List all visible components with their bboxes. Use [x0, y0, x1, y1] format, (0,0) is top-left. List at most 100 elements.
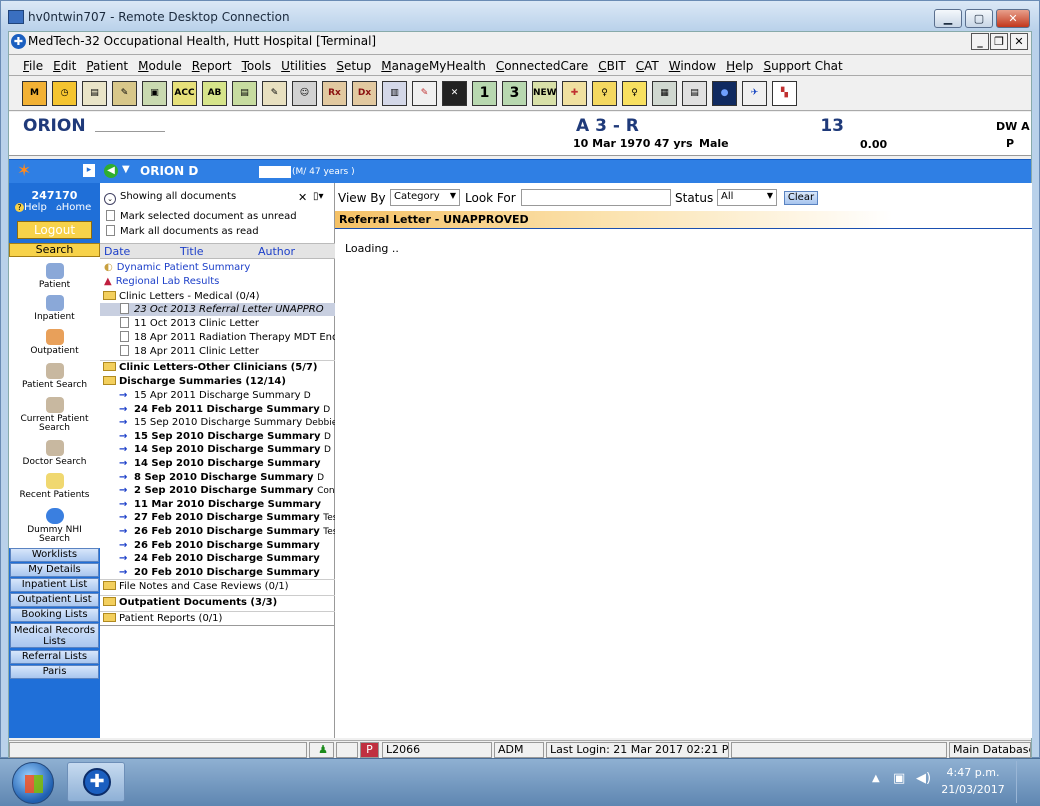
dynamic-patient-summary-link[interactable]: ◐ Dynamic Patient Summary: [100, 261, 335, 274]
back-arrow-icon[interactable]: ◀: [104, 164, 118, 178]
sidebar-item-patient[interactable]: Patient: [9, 263, 100, 290]
clear-button[interactable]: Clear: [784, 191, 818, 205]
status-select[interactable]: All ▼: [717, 189, 777, 206]
calculator-icon[interactable]: ▦: [652, 81, 677, 106]
start-button[interactable]: [12, 762, 54, 804]
clock-date[interactable]: 21/03/2017: [940, 783, 1006, 796]
menu-utilities[interactable]: Utilities: [276, 55, 331, 73]
ab-icon[interactable]: AB: [202, 81, 227, 106]
table-row[interactable]: → 26 Feb 2010 Discharge Summary: [100, 539, 335, 553]
my-details-button[interactable]: My Details: [10, 563, 99, 577]
table-row[interactable]: → 15 Apr 2011 Discharge Summary D: [100, 389, 335, 403]
volume-icon[interactable]: ◀): [916, 771, 931, 786]
table-row[interactable]: → 20 Feb 2010 Discharge Summary: [100, 566, 335, 580]
menu-report[interactable]: Report: [187, 55, 237, 73]
menu-patient[interactable]: Patient: [81, 55, 133, 73]
folder-discharge-summaries[interactable]: Discharge Summaries (12/14): [100, 375, 335, 388]
sidebar-item-patient-search[interactable]: Patient Search: [9, 363, 100, 390]
medical-icon[interactable]: ✚: [562, 81, 587, 106]
sidebar-item-doctor-search[interactable]: Doctor Search: [9, 440, 100, 467]
menu-icon[interactable]: ▸: [83, 164, 95, 177]
app-restore-button[interactable]: ❐: [990, 33, 1008, 50]
list-item[interactable]: 18 Apr 2011 Radiation Therapy MDT End: [100, 331, 335, 344]
col-title[interactable]: Title: [180, 245, 204, 258]
injection-icon[interactable]: ✎: [412, 81, 437, 106]
acc-icon[interactable]: ACC: [172, 81, 197, 106]
menu-module[interactable]: Module: [133, 55, 187, 73]
close-button[interactable]: ✕: [996, 9, 1030, 28]
sidebar-item-dummy-nhi-search[interactable]: Dummy NHI Search: [9, 508, 100, 544]
chart-icon[interactable]: ▚: [772, 81, 797, 106]
folder-file-notes[interactable]: File Notes and Case Reviews (0/1): [100, 579, 335, 593]
sidebar-item-outpatient[interactable]: Outpatient: [9, 329, 100, 356]
maximize-button[interactable]: ▢: [965, 9, 993, 28]
table-row[interactable]: → 15 Sep 2010 Discharge Summary Debbie: [100, 416, 335, 430]
table-row[interactable]: → 14 Sep 2010 Discharge Summary D: [100, 443, 335, 457]
show-desktop-button[interactable]: [1016, 761, 1032, 803]
manage-health-icon[interactable]: M: [22, 81, 47, 106]
folder-clinic-letters-other[interactable]: Clinic Letters-Other Clinicians (5/7): [100, 360, 335, 374]
runner-icon[interactable]: ✈: [742, 81, 767, 106]
chevron-down-icon[interactable]: ▼: [122, 164, 130, 175]
table-row[interactable]: →26 Feb 2010 Discharge Summary Test: [100, 525, 335, 539]
regional-lab-results-link[interactable]: ▲ Regional Lab Results: [100, 275, 335, 288]
mark-all-read-link[interactable]: Mark all documents as read: [100, 225, 335, 238]
three-icon[interactable]: 3: [502, 81, 527, 106]
menu-help[interactable]: Help: [721, 55, 758, 73]
screen-icon[interactable]: ▣: [142, 81, 167, 106]
menu-edit[interactable]: Edit: [48, 55, 81, 73]
documents-icon[interactable]: ▥: [382, 81, 407, 106]
paris-button[interactable]: Paris: [10, 665, 99, 679]
table-row[interactable]: → 15 Sep 2010 Discharge Summary D: [100, 430, 335, 444]
sidebar-item-recent-patients[interactable]: Recent Patients: [9, 473, 100, 500]
dx-icon[interactable]: Dx: [352, 81, 377, 106]
minimize-button[interactable]: ▁: [934, 9, 962, 28]
rx-icon[interactable]: Rx: [322, 81, 347, 106]
medical-records-lists-button[interactable]: Medical Records Lists: [10, 623, 99, 648]
referral-lists-button[interactable]: Referral Lists: [10, 650, 99, 664]
menu-setup[interactable]: Setup: [331, 55, 376, 73]
search-header[interactable]: Search: [9, 243, 100, 257]
help-link[interactable]: ? Help: [15, 202, 47, 213]
folder-patient-reports[interactable]: Patient Reports (0/1): [100, 611, 335, 625]
sidebar-item-inpatient[interactable]: Inpatient: [9, 295, 100, 322]
new-icon[interactable]: NEW: [532, 81, 557, 106]
clock-icon[interactable]: ◷: [52, 81, 77, 106]
folder-clinic-letters-medical[interactable]: Clinic Letters - Medical (0/4): [100, 290, 335, 303]
menu-tools[interactable]: Tools: [237, 55, 277, 73]
mark-unread-link[interactable]: Mark selected document as unread: [100, 210, 335, 223]
list-item[interactable]: 23 Oct 2013 Referral Letter UNAPPRO: [100, 303, 335, 316]
table-row[interactable]: → 11 Mar 2010 Discharge Summary: [100, 498, 335, 512]
cross-icon[interactable]: ✕: [442, 81, 467, 106]
menu-support-chat[interactable]: Support Chat: [758, 55, 847, 73]
bulb-icon[interactable]: ♀: [592, 81, 617, 106]
app-close-button[interactable]: ✕: [1010, 33, 1028, 50]
col-date[interactable]: Date: [104, 245, 130, 258]
worklists-button[interactable]: Worklists: [10, 548, 99, 562]
table-row[interactable]: →2 Sep 2010 Discharge Summary Cons: [100, 484, 335, 498]
table-row[interactable]: → 24 Feb 2010 Discharge Summary: [100, 552, 335, 566]
forms-icon[interactable]: ▤: [232, 81, 257, 106]
folder-outpatient-documents[interactable]: Outpatient Documents (3/3): [100, 595, 335, 609]
inpatient-list-button[interactable]: Inpatient List: [10, 578, 99, 592]
close-filter-icon[interactable]: ✕: [298, 191, 307, 204]
register-icon[interactable]: ▤: [82, 81, 107, 106]
network-icon[interactable]: ▣: [893, 771, 905, 786]
look-for-input[interactable]: [521, 189, 671, 206]
bulb2-icon[interactable]: ♀: [622, 81, 647, 106]
app-minimize-button[interactable]: _: [971, 33, 989, 50]
sidebar-item-current-patient-search[interactable]: Current Patient Search: [9, 397, 100, 433]
outpatient-list-button[interactable]: Outpatient List: [10, 593, 99, 607]
doctor-icon[interactable]: ☺: [292, 81, 317, 106]
clock-time[interactable]: 4:47 p.m.: [940, 766, 1006, 779]
menu-window[interactable]: Window: [664, 55, 721, 73]
tray-expand-icon[interactable]: ▲: [872, 773, 880, 784]
col-author[interactable]: Author: [258, 245, 295, 258]
view-options-icon[interactable]: ▯▾: [313, 191, 324, 202]
contacts-icon[interactable]: ▤: [682, 81, 707, 106]
table-row[interactable]: → 14 Sep 2010 Discharge Summary: [100, 457, 335, 471]
menu-cat[interactable]: CAT: [631, 55, 664, 73]
menu-connectedcare[interactable]: ConnectedCare: [491, 55, 593, 73]
category-select[interactable]: Category ▼: [390, 189, 460, 206]
write-icon[interactable]: ✎: [262, 81, 287, 106]
